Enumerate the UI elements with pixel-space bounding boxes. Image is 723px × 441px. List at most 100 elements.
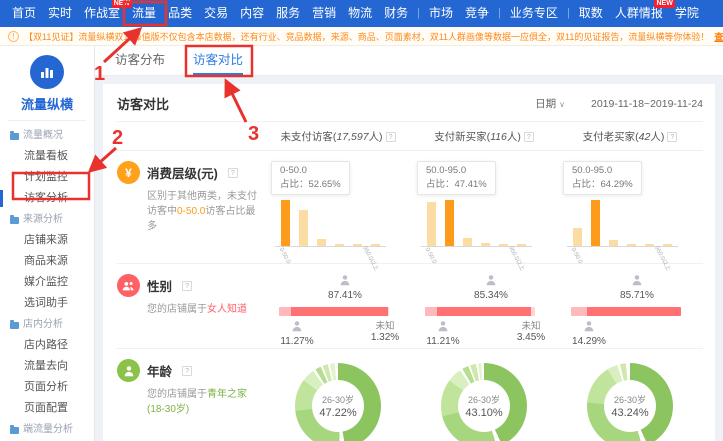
column-header-3: 支付老买家(42人)? [557,121,703,150]
row-label-gender: 性别?您的店铺属于女人知道 [117,274,265,348]
nav-item-首页[interactable]: 首页 [6,0,42,27]
sidebar-item-店内路径[interactable]: 店内路径 [0,335,94,356]
app-logo-icon [30,55,64,89]
row-title: 消费层级(元) [147,163,218,182]
nav-item-市场[interactable]: 市场 [423,0,459,27]
bar [371,244,380,246]
column-header-1: 未支付访客(17,597人)? [265,121,411,150]
male-stat: 14.29% [559,320,619,347]
nav-item-实时[interactable]: 实时 [42,0,78,27]
bar [335,244,344,246]
help-icon[interactable]: ? [667,132,677,142]
sidebar-section-label: 店内分析 [23,319,63,331]
help-icon[interactable]: ? [228,168,238,178]
sidebar-item-流量去向[interactable]: 流量去向 [0,356,94,377]
bar-chart [421,199,532,247]
nav-separator: | [564,0,573,27]
donut-center-value: 43.10% [465,407,502,419]
consumption-chart-3: 50.0-95.0占比：64.29%0-50.0950.0以上 [557,161,703,263]
donut-center-label: 26-30岁 [322,393,354,406]
donut-center: 26-30岁43.10% [458,380,510,432]
folder-icon [10,322,19,329]
nav-item-作战室[interactable]: 作战室NEW [78,0,126,27]
bar [645,244,654,246]
nav-item-流量[interactable]: 流量 [126,0,162,27]
female-icon [456,274,526,289]
sidebar-section-流量概况[interactable]: 流量概况 [0,125,94,146]
notice-link[interactable]: 查看详情 [714,30,723,43]
bar [499,244,508,246]
date-range[interactable]: 2019-11-18~2019-11-24 [591,98,703,110]
sidebar-item-商品来源[interactable]: 商品来源 [0,251,94,272]
sidebar-item-选词助手[interactable]: 选词助手 [0,293,94,314]
bar [663,244,672,246]
nav-item-内容[interactable]: 内容 [234,0,270,27]
female-stat: 87.41% [310,274,380,301]
female-stat: 85.34% [456,274,526,301]
male-percent: 11.21% [426,336,459,347]
male-percent: 14.29% [572,336,606,347]
unknown-segment [531,307,535,316]
help-icon[interactable]: ? [524,132,534,142]
top-nav: 首页实时作战室NEW流量品类交易内容服务营销物流财务|市场竞争|业务专区|取数人… [0,0,723,27]
nav-item-服务[interactable]: 服务 [270,0,306,27]
unknown-stat: 未知1.32% [359,318,411,343]
male-segment [425,307,437,316]
help-icon[interactable]: ? [182,281,192,291]
donut-chart: 26-30岁43.10% [441,363,527,441]
nav-item-交易[interactable]: 交易 [198,0,234,27]
sidebar-section-端流量分析[interactable]: 端流量分析 [0,419,94,440]
male-percent: 11.27% [280,336,313,347]
tab-bar: 访客分布 访客对比 [95,46,723,76]
chart-tooltip: 50.0-95.0占比：64.29% [563,161,642,195]
col-head-spacer [117,121,265,150]
nav-item-业务专区[interactable]: 业务专区 [504,0,564,27]
consume-icon: ¥ [117,161,140,184]
sidebar-section-来源分析[interactable]: 来源分析 [0,209,94,230]
consumption-chart-2: 50.0-95.0占比：47.41%0-50.0950.0以上 [411,161,557,263]
sidebar-section-店内分析[interactable]: 店内分析 [0,314,94,335]
help-icon[interactable]: ? [182,366,192,376]
male-segment [279,307,291,316]
sidebar-item-页面分析[interactable]: 页面分析 [0,377,94,398]
bar [609,240,618,246]
male-segment [571,307,587,316]
tab-访客对比[interactable]: 访客对比 [193,49,243,75]
female-icon [310,274,380,289]
nav-item-品类[interactable]: 品类 [162,0,198,27]
help-icon[interactable]: ? [386,132,396,142]
gender-bar [425,307,535,316]
male-stat: 11.21% [413,320,473,347]
folder-icon [10,217,19,224]
date-dropdown[interactable]: 日期∨ [535,96,565,111]
nav-item-学院[interactable]: 学院 [669,0,705,27]
unknown-percent: 3.45% [517,332,545,343]
sidebar-item-计划监控[interactable]: 计划监控 [0,167,94,188]
nav-item-竞争[interactable]: 竞争 [459,0,495,27]
sidebar-item-店铺来源[interactable]: 店铺来源 [0,230,94,251]
sidebar-section-label: 端流量分析 [23,424,73,436]
gender-bar [571,307,681,316]
sidebar-item-访客分析[interactable]: 访客分析 [0,188,94,209]
nav-item-物流[interactable]: 物流 [342,0,378,27]
chevron-down-icon: ∨ [559,100,565,109]
chart-tooltip: 0-50.0占比：52.65% [271,161,350,195]
main-area: 访客分布访客对比 访客对比 日期∨ 2019-11-18~2019-11-24 … [95,46,723,441]
axis-label: 0-50.0 [570,247,583,265]
bar [281,200,290,246]
sidebar-item-页面配置[interactable]: 页面配置 [0,398,94,419]
gender-chart-3: 85.71%14.29% [557,274,703,348]
donut-chart: 26-30岁47.22% [295,363,381,441]
nav-item-人群情报[interactable]: 人群情报NEW [609,0,669,27]
sidebar-item-媒介监控[interactable]: 媒介监控 [0,272,94,293]
female-percent: 85.34% [474,290,508,301]
folder-icon [10,427,19,434]
nav-item-财务[interactable]: 财务 [378,0,414,27]
bar [445,200,454,246]
donut-chart: 26-30岁43.24% [587,363,673,441]
nav-item-取数[interactable]: 取数 [573,0,609,27]
nav-item-营销[interactable]: 营销 [306,0,342,27]
sidebar-item-流量看板[interactable]: 流量看板 [0,146,94,167]
tab-访客分布[interactable]: 访客分布 [115,49,165,75]
age-donut-1: 26-30岁47.22% [265,359,411,441]
